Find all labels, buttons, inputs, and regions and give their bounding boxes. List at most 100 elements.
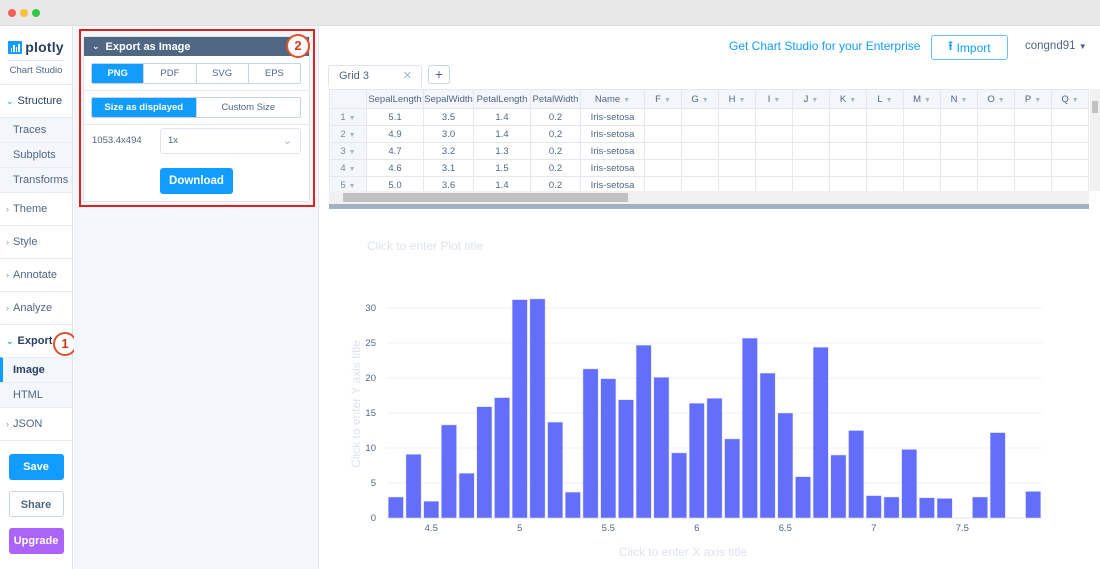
bar[interactable] [441,424,457,519]
bar[interactable] [529,298,546,519]
grid-cell[interactable]: Iris-setosa [580,125,645,143]
grid-cell[interactable]: Iris-setosa [580,108,645,126]
add-tab-button[interactable]: + [428,65,450,84]
close-tab-icon[interactable]: ✕ [403,66,412,87]
user-menu[interactable]: congnd91 ▼ [1025,40,1087,52]
grid-cell[interactable] [718,142,756,160]
grid-cell[interactable]: 5.1 [366,108,424,126]
scale-dropdown[interactable]: 1x ⌄ [160,128,301,154]
bar[interactable] [618,399,634,519]
enterprise-link[interactable]: Get Chart Studio for your Enterprise [729,39,920,53]
bar[interactable] [405,454,422,519]
bar[interactable] [511,299,528,519]
grid-cell[interactable] [644,159,682,177]
grid-cell[interactable]: 1.4 [473,125,531,143]
import-button[interactable]: ⭱ Import [931,35,1008,60]
sidebar-item-subplots[interactable]: Subplots [0,142,72,167]
size-as-displayed-option[interactable]: Size as displayed [92,98,196,117]
grid-cell[interactable] [866,159,904,177]
grid-cell[interactable]: 3.1 [423,159,474,177]
grid-cell[interactable] [829,125,867,143]
sidebar-group-analyze[interactable]: › Analyze [0,291,72,324]
grid-cell[interactable] [718,125,756,143]
bar[interactable] [582,368,599,519]
column-menu-icon[interactable]: ▼ [998,97,1005,104]
grid-cell[interactable] [940,142,978,160]
grid-vertical-scrollbar[interactable] [1090,89,1100,191]
bar[interactable] [388,496,404,519]
bar[interactable] [547,421,564,519]
row-menu-icon[interactable]: ▼ [349,149,356,156]
column-menu-icon[interactable]: ▼ [811,97,818,104]
bar[interactable] [901,449,918,519]
scrollbar-thumb[interactable] [343,193,628,202]
grid-cell[interactable] [866,142,904,160]
column-menu-icon[interactable]: ▼ [773,97,780,104]
download-button[interactable]: Download [160,168,233,194]
grid-cell[interactable] [755,108,793,126]
maximize-window-icon[interactable] [32,9,40,17]
sidebar-group-structure[interactable]: ⌄ Structure [0,84,72,117]
grid-cell[interactable]: 3.0 [423,125,474,143]
grid-cell[interactable] [1014,159,1052,177]
column-menu-icon[interactable]: ▼ [924,97,931,104]
bar[interactable] [972,496,988,519]
bar[interactable] [936,498,953,519]
grid-cell[interactable]: 4.7 [366,142,424,160]
y-axis-title[interactable]: Click to enter Y axis title [349,340,363,468]
column-header[interactable]: M ▼ [903,89,941,109]
bar[interactable] [919,497,935,519]
column-header[interactable]: I ▼ [755,89,793,109]
sidebar-group-style[interactable]: › Style [0,225,72,258]
minimize-window-icon[interactable] [20,9,28,17]
column-header[interactable]: O ▼ [977,89,1015,109]
column-header[interactable]: SepalLength [366,89,424,109]
bar[interactable] [565,491,581,519]
grid-cell[interactable] [681,159,719,177]
grid-cell[interactable] [644,125,682,143]
column-menu-icon[interactable]: ▼ [960,97,967,104]
grid-cell[interactable] [866,125,904,143]
bar[interactable] [795,476,811,519]
grid-cell[interactable] [1051,142,1089,160]
x-axis-title[interactable]: Click to enter X axis title [619,545,747,559]
grid-cell[interactable] [903,108,941,126]
grid-cell[interactable] [977,125,1015,143]
grid-cell[interactable] [681,108,719,126]
bar[interactable] [865,495,882,519]
grid-cell[interactable] [681,142,719,160]
grid-cell[interactable] [681,125,719,143]
bar[interactable] [706,398,723,519]
grid-cell[interactable] [792,108,830,126]
grid-cell[interactable]: Iris-setosa [580,159,645,177]
grid-cell[interactable] [644,142,682,160]
grid-cell[interactable] [792,159,830,177]
custom-size-option[interactable]: Custom Size [195,98,301,117]
row-menu-icon[interactable]: ▼ [349,183,356,190]
grid-cell[interactable]: 3.5 [423,108,474,126]
column-menu-icon[interactable]: ▼ [849,97,856,104]
format-png[interactable]: PNG [92,64,144,83]
sidebar-group-json[interactable]: › JSON [0,407,72,440]
grid-cell[interactable]: 1.4 [473,108,531,126]
sidebar-item-traces[interactable]: Traces [0,117,72,142]
grid-cell[interactable] [755,125,793,143]
grid-cell[interactable]: 0.2 [530,142,581,160]
grid-cell[interactable]: 1.3 [473,142,531,160]
bar[interactable] [989,432,1006,519]
grid-cell[interactable] [829,142,867,160]
grid-cell[interactable] [1051,159,1089,177]
grid-cell[interactable] [903,159,941,177]
grid-cell[interactable] [1014,125,1052,143]
bar[interactable] [1025,491,1042,519]
tab-grid-3[interactable]: Grid 3 ✕ [328,65,422,87]
column-header[interactable]: Q ▼ [1051,89,1089,109]
grid-cell[interactable] [1014,108,1052,126]
grid-cell[interactable] [829,159,867,177]
row-number[interactable]: 4 ▼ [329,159,367,177]
format-eps[interactable]: EPS [247,64,300,83]
grid-cell[interactable] [977,108,1015,126]
sidebar-group-theme[interactable]: › Theme [0,192,72,225]
column-menu-icon[interactable]: ▼ [702,97,709,104]
grid-cell[interactable] [644,108,682,126]
